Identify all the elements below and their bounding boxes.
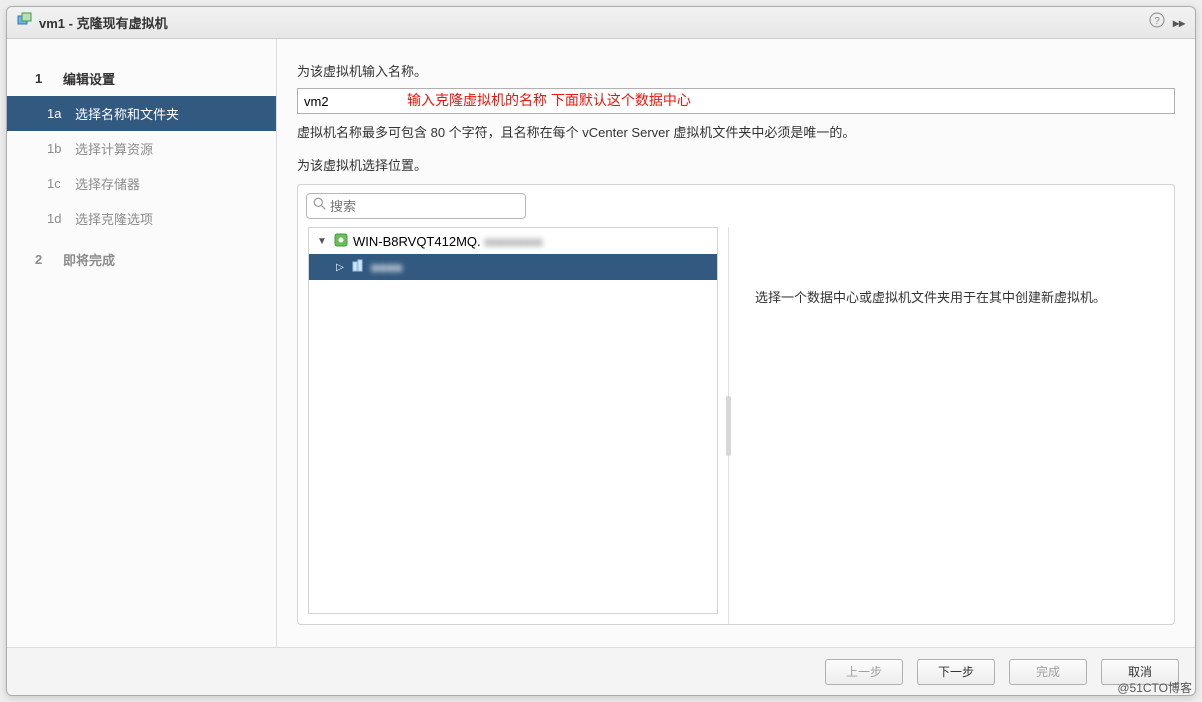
blurred-text: xxxxxxxxx	[481, 234, 543, 249]
sidebar-step-storage: 1c选择存储器	[7, 166, 276, 201]
vm-name-input[interactable]	[297, 88, 1175, 114]
datacenter-icon	[351, 258, 367, 277]
sidebar-label: 选择计算资源	[75, 139, 153, 158]
name-prompt: 为该虚拟机输入名称。	[297, 61, 1175, 80]
sidebar-step-name-folder[interactable]: 1a选择名称和文件夹	[7, 96, 276, 131]
splitter-handle[interactable]	[726, 396, 731, 456]
sidebar-label: 即将完成	[63, 250, 115, 269]
main-panel: 为该虚拟机输入名称。 输入克隆虚拟机的名称 下面默认这个数据中心 虚拟机名称最多…	[277, 39, 1195, 647]
location-prompt: 为该虚拟机选择位置。	[297, 155, 1175, 174]
finish-button: 完成	[1009, 659, 1087, 685]
name-hint: 虚拟机名称最多可包含 80 个字符，且名称在每个 vCenter Server …	[297, 122, 1175, 141]
tree-node-label: WIN-B8RVQT412MQ.	[353, 234, 481, 249]
vcenter-icon	[333, 232, 349, 251]
cancel-button[interactable]: 取消	[1101, 659, 1179, 685]
tree-node-root[interactable]: ▼ WIN-B8RVQT412MQ. xxxxxxxxx	[309, 228, 717, 254]
clone-vm-dialog: vm1 - 克隆现有虚拟机 ? ▸▸ 1编辑设置 1a选择名称和文件夹 1b选择…	[6, 6, 1196, 696]
info-panel: 选择一个数据中心或虚拟机文件夹用于在其中创建新虚拟机。	[728, 227, 1174, 624]
expand-icon[interactable]: ▸▸	[1173, 16, 1185, 30]
expand-icon[interactable]: ▷	[333, 262, 347, 273]
svg-text:?: ?	[1154, 16, 1160, 27]
next-button[interactable]: 下一步	[917, 659, 995, 685]
dialog-footer: 上一步 下一步 完成 取消	[7, 647, 1195, 695]
wizard-sidebar: 1编辑设置 1a选择名称和文件夹 1b选择计算资源 1c选择存储器 1d选择克隆…	[7, 39, 277, 647]
sidebar-label: 选择名称和文件夹	[75, 104, 179, 123]
collapse-icon[interactable]: ▼	[315, 236, 329, 247]
sidebar-label: 选择克隆选项	[75, 209, 153, 228]
sidebar-step-clone-options: 1d选择克隆选项	[7, 201, 276, 236]
dialog-body: 1编辑设置 1a选择名称和文件夹 1b选择计算资源 1c选择存储器 1d选择克隆…	[7, 39, 1195, 647]
sidebar-section-ready: 2即将完成	[7, 242, 276, 277]
titlebar: vm1 - 克隆现有虚拟机 ? ▸▸	[7, 7, 1195, 39]
info-text: 选择一个数据中心或虚拟机文件夹用于在其中创建新虚拟机。	[729, 227, 1174, 306]
search-input[interactable]	[330, 199, 519, 214]
location-search[interactable]	[306, 193, 526, 219]
sidebar-label: 编辑设置	[63, 69, 115, 88]
tree-node-datacenter[interactable]: ▷ ■■■■	[309, 254, 717, 280]
help-icon[interactable]: ?	[1149, 12, 1165, 33]
search-icon	[313, 197, 326, 215]
vm-icon	[17, 12, 33, 33]
back-button: 上一步	[825, 659, 903, 685]
location-card: ▼ WIN-B8RVQT412MQ. xxxxxxxxx ▷	[297, 184, 1175, 625]
tree-node-label: ■■■■	[371, 260, 402, 275]
dialog-title: vm1 - 克隆现有虚拟机	[39, 13, 1149, 32]
location-tree[interactable]: ▼ WIN-B8RVQT412MQ. xxxxxxxxx ▷	[308, 227, 718, 614]
sidebar-label: 选择存储器	[75, 174, 140, 193]
sidebar-section-edit: 1编辑设置	[7, 61, 276, 96]
sidebar-step-compute: 1b选择计算资源	[7, 131, 276, 166]
